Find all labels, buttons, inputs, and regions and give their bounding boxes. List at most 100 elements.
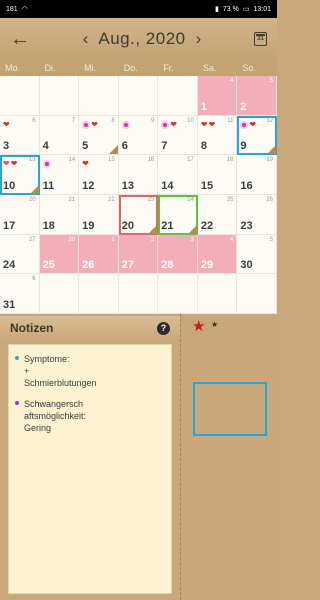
- month-navigation: ‹ Aug., 2020 ›: [83, 29, 202, 49]
- heart-icon: ❤: [82, 159, 89, 169]
- calendar-day-11[interactable]: 14 11: [39, 155, 80, 195]
- calendar-day-26[interactable]: 1 26: [79, 234, 119, 275]
- note-fold-icon: [267, 145, 276, 155]
- weekday-label: Mo.: [5, 63, 21, 73]
- calendar-today-icon[interactable]: 31: [254, 32, 267, 46]
- calendar-day-8[interactable]: 11 ❤ ❤ 8: [197, 115, 238, 156]
- weekday-label: Sa.: [202, 63, 217, 73]
- side-selection-box[interactable]: [193, 382, 267, 436]
- calendar-day-18[interactable]: 21 18: [39, 195, 80, 235]
- day-number: 20: [121, 219, 134, 232]
- small-star-icon[interactable]: ★: [211, 320, 218, 329]
- day-number: 18: [42, 219, 55, 232]
- day-number: 23: [240, 219, 253, 232]
- day-number: 3: [3, 140, 10, 153]
- calendar-day-3[interactable]: 6 ❤ 3: [0, 115, 40, 156]
- cycle-day-number: 28: [68, 236, 76, 243]
- cycle-day-number: 20: [28, 197, 36, 203]
- calendar-day-29[interactable]: 4 29: [197, 234, 238, 275]
- day-number: 25: [42, 259, 55, 272]
- day-number: 31: [3, 299, 16, 311]
- symbol-row: ❤: [82, 120, 98, 129]
- weekday-header: Mo. Di. Mi. Do. Fr. Sa. So.: [0, 60, 277, 76]
- battery-text: 73 %: [222, 5, 239, 13]
- calendar-empty-cell: [0, 76, 40, 116]
- calendar-day-30[interactable]: 5 30: [237, 234, 277, 275]
- calendar-day-15[interactable]: 18 15: [197, 155, 238, 195]
- calendar-empty-cell: [197, 274, 238, 314]
- cycle-day-number: 5: [269, 236, 273, 243]
- day-number: 21: [161, 219, 174, 232]
- calendar-day-10[interactable]: 13 ❤ ❤ 10: [0, 155, 40, 195]
- day-number: 30: [240, 259, 253, 272]
- weekday-label: Mi.: [84, 63, 97, 73]
- calendar-day-17[interactable]: 20 17: [0, 195, 40, 235]
- cycle-day-number: 10: [187, 117, 194, 124]
- calendar-day-16[interactable]: 19 16: [237, 155, 277, 195]
- calendar-day-14[interactable]: 17 14: [158, 155, 198, 195]
- heart-icon: ❤: [200, 119, 208, 129]
- side-panel: [180, 314, 277, 600]
- calendar-day-9[interactable]: 12 ❤ 9: [237, 115, 277, 156]
- symbol-row: [42, 160, 51, 169]
- day-number: 10: [3, 180, 16, 192]
- weekday-label: Do.: [123, 63, 138, 73]
- cycle-day-number: 13: [28, 157, 36, 164]
- calendar-grid: 4 1 5 2 6 ❤ 3 7 4 8 ❤ 5 9 6 10 ❤ 7 11 ❤ ❤ 8 12 ❤ 9 13 ❤ ❤ 10 14 11 15 ❤…: [0, 76, 277, 314]
- cycle-day-number: 7: [71, 117, 76, 124]
- cycle-day-number: 3: [190, 236, 194, 243]
- calendar-day-1[interactable]: 41: [197, 76, 238, 116]
- ovulation-ring-icon: [240, 120, 249, 129]
- calendar-day-13[interactable]: 16 13: [118, 155, 159, 195]
- cycle-day-number: 27: [28, 236, 36, 243]
- symbol-row: [121, 120, 130, 129]
- calendar-day-6[interactable]: 96: [118, 115, 159, 156]
- help-icon[interactable]: ?: [157, 321, 170, 335]
- calendar-day-4[interactable]: 74: [39, 115, 80, 156]
- prev-month-button[interactable]: ‹: [83, 29, 89, 49]
- next-month-button[interactable]: ›: [196, 29, 202, 49]
- cycle-day-number: 14: [68, 157, 76, 164]
- calendar-day-31[interactable]: 6 31: [0, 274, 40, 314]
- status-bar: 181 ◠ ▮ 73 % ▭ 13:01: [0, 0, 277, 18]
- calendar-day-12[interactable]: 15 ❤ 12: [79, 155, 119, 195]
- calendar-day-5[interactable]: 8 ❤ 5: [79, 115, 119, 156]
- calendar-day-24[interactable]: 27 24: [0, 234, 40, 275]
- calendar-empty-cell: [79, 274, 119, 314]
- note-fold-icon: [187, 224, 197, 234]
- back-arrow-icon[interactable]: ←: [10, 29, 30, 49]
- day-number: 2: [240, 100, 247, 113]
- cycle-day-number: 19: [266, 157, 273, 164]
- heart-icon: ❤: [208, 119, 216, 129]
- month-title: Aug., 2020: [98, 29, 186, 48]
- note-text: Schwangersch aftsmöglichkeit: Gering: [24, 399, 87, 433]
- calendar-day-25[interactable]: 28 25: [39, 234, 80, 275]
- cycle-day-number: 16: [147, 157, 155, 164]
- calendar-day-2[interactable]: 52: [237, 76, 277, 116]
- symbol-row: ❤: [240, 120, 256, 129]
- calendar-empty-cell: [237, 274, 277, 314]
- cycle-day-number: 6: [32, 117, 36, 124]
- red-star-icon[interactable]: ★: [192, 317, 205, 335]
- calendar-day-19[interactable]: 22 19: [79, 195, 119, 235]
- heart-icon: ❤: [10, 159, 18, 169]
- ovulation-ring-icon: [121, 120, 130, 129]
- calendar-day-22[interactable]: 25 22: [197, 195, 238, 235]
- cycle-day-number: 24: [187, 197, 194, 203]
- calendar-day-21[interactable]: 24 21: [158, 195, 198, 235]
- battery-icon: ▭: [242, 6, 250, 13]
- day-number: 5: [82, 140, 89, 153]
- calendar-day-27[interactable]: 2 27: [118, 234, 159, 275]
- calendar-day-23[interactable]: 26 23: [237, 195, 277, 235]
- note-fold-icon: [148, 224, 158, 234]
- symbol-row: ❤ ❤: [3, 160, 17, 168]
- calendar-day-7[interactable]: 10 ❤ 7: [158, 115, 198, 156]
- cycle-day-number: 5: [269, 78, 273, 84]
- cycle-day-number: 9: [150, 117, 155, 124]
- notes-panel[interactable]: Symptome: + Schmierblutungen Schwangersch…: [8, 344, 172, 594]
- ovulation-ring-icon: [82, 120, 91, 129]
- calendar-day-20[interactable]: 23 20: [118, 195, 159, 235]
- calendar-day-28[interactable]: 3 28: [158, 234, 198, 275]
- symbol-row: ❤: [82, 160, 89, 168]
- cycle-day-number: 4: [230, 236, 234, 243]
